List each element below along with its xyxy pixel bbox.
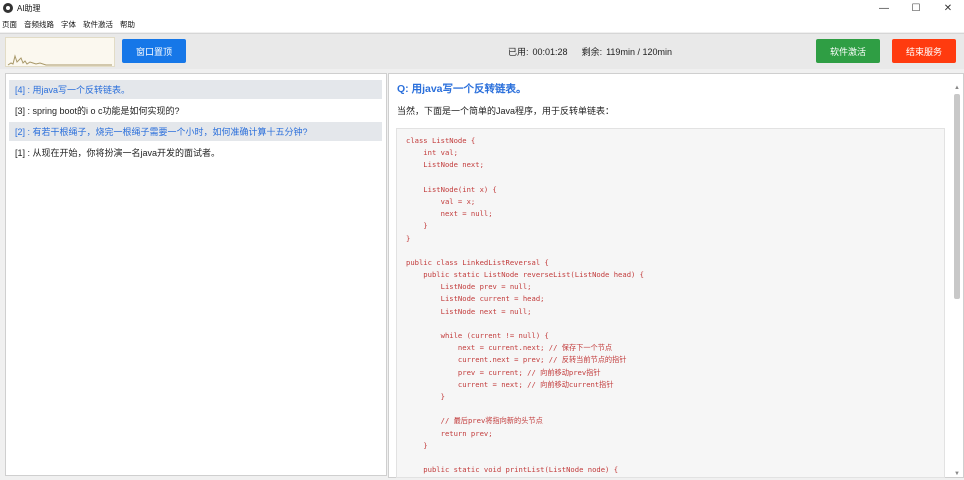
history-item[interactable]: [1] : 从现在开始，你将扮演一名java开发的面试者。 [9,143,382,162]
pin-window-button[interactable]: 窗口置顶 [122,39,186,63]
code-line: next = null; [406,209,493,219]
toolbar: 窗口置顶 已用: 00:01:28 剩余: 119min / 120min 软件激活… [0,33,964,69]
maximize-button[interactable]: ☐ [900,0,932,16]
scrollbar-thumb[interactable] [954,94,960,299]
answer-panel: Q: 用java写一个反转链表。 当然，下面是一个简单的Java程序，用于反转单… [388,73,964,478]
close-window-button[interactable]: ✕ [932,0,964,16]
code-line: current = next; // 向前移动current指针 [406,379,614,389]
answer-intro-text: 当然，下面是一个简单的Java程序，用于反转单链表： [397,106,615,116]
answer-scrollbar[interactable]: ▲ ▼ [953,84,961,478]
minimize-button[interactable]: — [868,0,900,16]
remaining-value: 119min / 120min [606,47,672,57]
code-line: next = current.next; // 保存下一个节点 [406,343,613,353]
menu-item-activation[interactable]: 软件激活 [83,19,113,30]
code-line: public class LinkedListReversal { [406,257,549,267]
title-bar: AI助理 — ☐ ✕ [0,0,964,16]
menu-item-audio-route[interactable]: 音频线路 [24,19,54,30]
code-line: } [406,440,428,450]
history-item[interactable]: [3] : spring boot的i o c功能是如何实现的? [9,101,382,120]
close-icon: ✕ [943,2,953,14]
used-label: 已用: [508,47,529,57]
remaining-label: 剩余: [581,47,603,57]
code-line: // 最后prev将指向新的头节点 [406,416,543,426]
menu-bar: 页面 音频线路 字体 软件激活 帮助 [0,16,964,32]
question-history-panel: [4] : 用java写一个反转链表。 [3] : spring boot的i … [5,73,387,476]
code-line: public static ListNode reverseList(ListN… [406,270,644,280]
end-service-button[interactable]: 结束服务 [892,39,956,63]
history-item[interactable]: [4] : 用java写一个反转链表。 [9,80,382,99]
menu-item-font[interactable]: 字体 [61,19,76,30]
code-line: prev = current; // 向前移动prev指针 [406,367,601,377]
activate-software-button[interactable]: 软件激活 [816,39,880,63]
code-line: ListNode(int x) { [406,184,497,194]
code-lines: class ListNode { int val; ListNode next;… [397,129,944,476]
used-value: 00:01:28 [532,47,568,57]
window-controls: — ☐ ✕ [868,0,964,16]
code-block: class ListNode { int val; ListNode next;… [396,128,945,478]
code-line: while (current != null) { [406,331,549,340]
maximize-icon: ☐ [911,2,921,14]
code-line: ListNode next = null; [406,306,532,316]
audio-waveform-icon [7,54,112,66]
code-line: int val; [406,148,458,158]
code-line: val = x; [406,196,476,206]
code-line: } [406,391,445,401]
code-line: ListNode current = head; [406,294,545,304]
minimize-icon: — [879,2,889,14]
code-line: ListNode prev = null; [406,282,532,292]
menu-item-help[interactable]: 帮助 [120,19,135,30]
answer-question-title: Q: 用java写一个反转链表。 [397,83,527,95]
code-line: current.next = prev; // 反转当前节点的指针 [406,355,627,365]
audio-level-meter [5,37,115,67]
code-line: ListNode next; [406,160,484,170]
menu-item-page[interactable]: 页面 [2,19,17,30]
code-line: return prev; [406,428,493,438]
scroll-down-icon[interactable]: ▼ [953,470,961,478]
code-line: public static void printList(ListNode no… [406,465,619,475]
code-line: } [406,221,428,231]
usage-timer: 已用: 00:01:28 剩余: 119min / 120min [508,45,676,58]
app-logo-icon [3,3,13,13]
scroll-up-icon[interactable]: ▲ [953,84,961,92]
history-item[interactable]: [2] : 有若干根绳子，烧完一根绳子需要一个小时，如何准确计算十五分钟? [9,122,382,141]
code-line: class ListNode { [406,136,476,145]
window-title: AI助理 [17,3,41,13]
code-line: } [406,233,411,243]
